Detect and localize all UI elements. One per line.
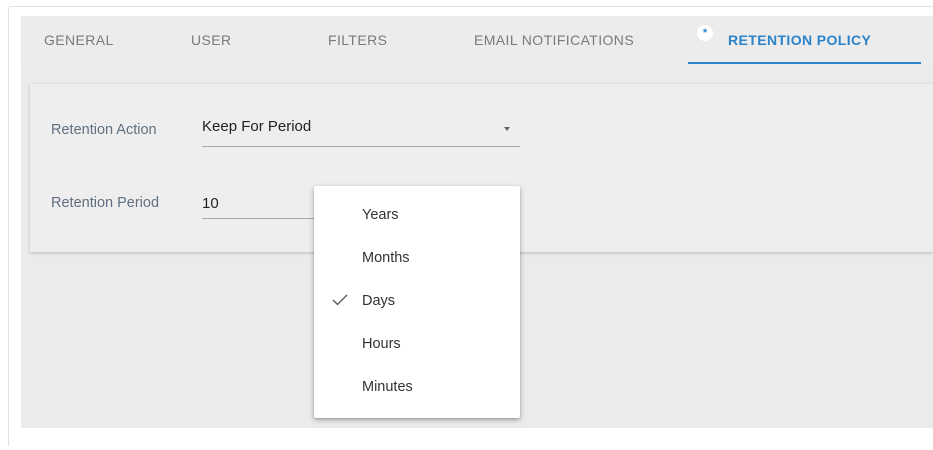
menu-item-label: Months <box>362 250 410 266</box>
retention-action-label: Retention Action <box>51 122 157 138</box>
tab-retention-policy[interactable]: RETENTION POLICY <box>728 16 871 64</box>
menu-item-years[interactable]: Years <box>314 194 520 236</box>
check-icon <box>332 294 348 306</box>
menu-item-label: Minutes <box>362 379 413 395</box>
tab-email-notifications[interactable]: EMAIL NOTIFICATIONS <box>474 16 634 64</box>
chevron-down-icon <box>504 127 510 131</box>
period-unit-menu: Years Months Days Hours Minutes <box>314 186 520 418</box>
star-icon: * <box>697 25 713 41</box>
retention-period-input[interactable] <box>202 188 317 219</box>
retention-period-label: Retention Period <box>51 195 160 211</box>
active-tab-indicator <box>688 62 921 64</box>
menu-item-minutes[interactable]: Minutes <box>314 366 520 408</box>
menu-item-hours[interactable]: Hours <box>314 323 520 365</box>
tab-general[interactable]: GENERAL <box>44 16 114 64</box>
retention-action-value: Keep For Period <box>202 118 312 135</box>
settings-panel: GENERAL USER FILTERS EMAIL NOTIFICATIONS… <box>21 16 933 428</box>
tab-user[interactable]: USER <box>191 16 232 64</box>
menu-item-label: Days <box>362 293 396 309</box>
tab-bar: GENERAL USER FILTERS EMAIL NOTIFICATIONS… <box>21 16 933 64</box>
retention-action-select[interactable]: Keep For Period <box>202 114 520 147</box>
menu-item-label: Years <box>362 207 399 223</box>
tab-filters[interactable]: FILTERS <box>328 16 387 64</box>
menu-item-days[interactable]: Days <box>314 280 520 322</box>
menu-item-months[interactable]: Months <box>314 237 520 279</box>
menu-item-label: Hours <box>362 336 401 352</box>
